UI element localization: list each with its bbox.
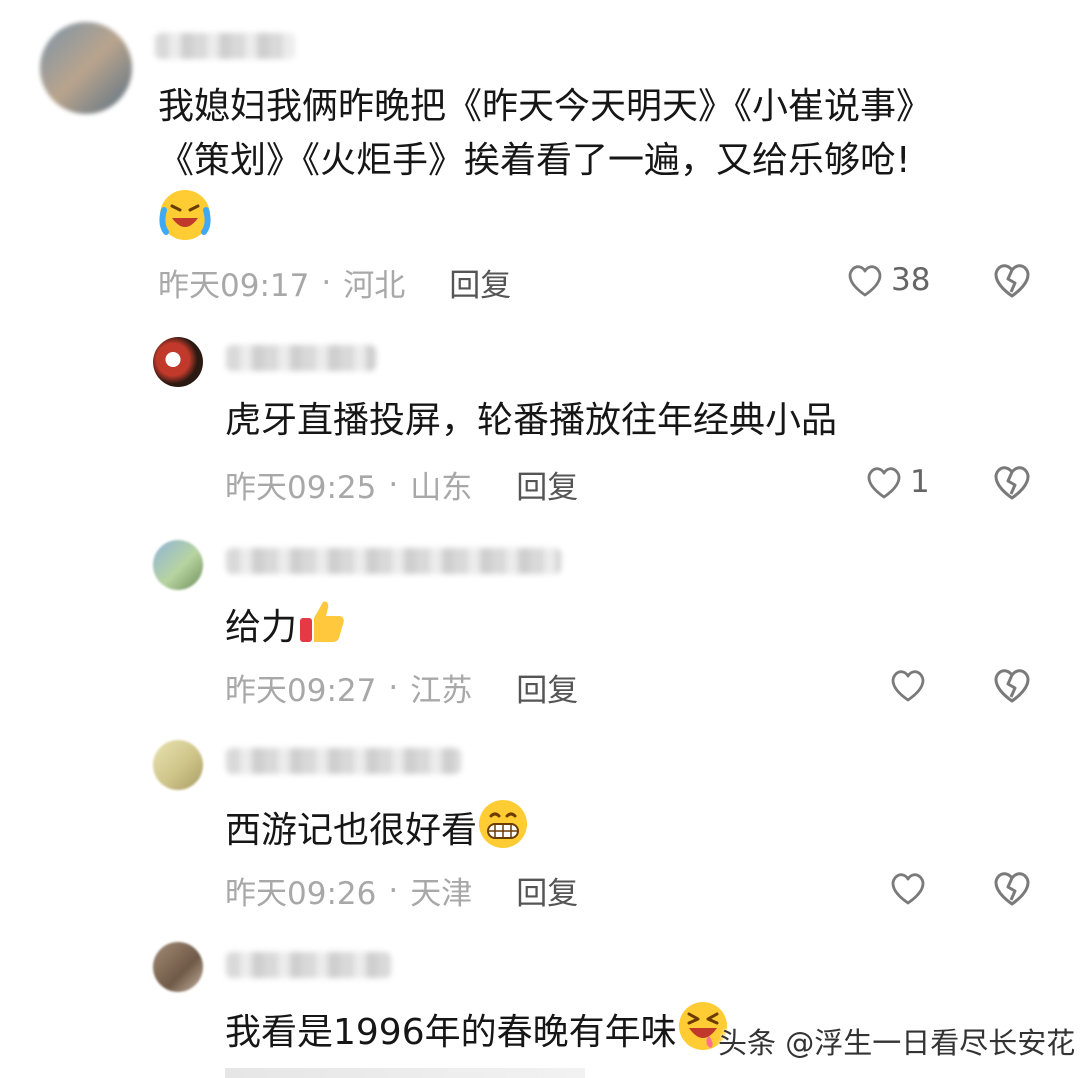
comment-location: 山东 (410, 470, 473, 506)
username-blurred[interactable] (226, 748, 461, 774)
watermark: 头条 @浮生一日看尽长安花 (718, 1026, 1076, 1060)
like-button[interactable]: 38 (845, 258, 930, 302)
reply-button[interactable]: 回复 (516, 462, 578, 507)
comment-time: 昨天09:25 (225, 470, 377, 506)
comment-text-content: 给力 (225, 607, 298, 648)
like-count: 38 (891, 262, 931, 298)
comment-location: 江苏 (410, 673, 473, 709)
comment-time: 昨天09:27 (225, 673, 377, 709)
thumbs-up-emoji (297, 596, 347, 662)
comment-meta: 昨天09:25 · 山东 回复 (225, 462, 578, 507)
avatar[interactable] (153, 942, 203, 992)
reply-button[interactable]: 回复 (449, 260, 511, 305)
comment-meta: 昨天09:27 · 江苏 回复 (225, 665, 578, 710)
like-button[interactable]: 1 (864, 460, 930, 504)
heart-icon (867, 467, 901, 499)
heart-icon (891, 670, 925, 702)
broken-heart-icon[interactable] (990, 663, 1034, 707)
comment-text: 我看是1996年的春晚有年味 (225, 1000, 729, 1068)
comment-text-content: 西游记也很好看 (225, 810, 478, 851)
comment-location: 天津 (410, 876, 473, 912)
avatar[interactable] (153, 540, 203, 590)
comment-text: 虎牙直播投屏，轮番播放往年经典小品 (225, 400, 838, 441)
tears-of-joy-emoji (158, 188, 212, 258)
broken-heart-icon[interactable] (990, 866, 1034, 910)
comment-text-line: 《策划》《火炬手》挨着看了一遍，又给乐够呛! (158, 140, 911, 181)
avatar[interactable] (153, 337, 203, 387)
avatar[interactable] (40, 22, 132, 114)
comment-time: 昨天09:26 (225, 876, 377, 912)
avatar[interactable] (153, 740, 203, 790)
comment-text: 西游记也很好看 (225, 798, 529, 866)
broken-heart-icon[interactable] (990, 258, 1034, 302)
separator-dot: · (388, 872, 399, 909)
grinning-emoji (477, 798, 529, 866)
reply-button[interactable]: 回复 (516, 868, 578, 913)
separator-dot: · (388, 669, 399, 706)
username-blurred[interactable] (226, 548, 561, 574)
like-button[interactable] (888, 663, 928, 707)
reply-button[interactable]: 回复 (516, 665, 578, 710)
comment-text-line: 我媳妇我俩昨晚把《昨天今天明天》《小崔说事》 (158, 86, 933, 127)
separator-dot: · (321, 264, 332, 301)
comment-text: 我媳妇我俩昨晚把《昨天今天明天》《小崔说事》 《策划》《火炬手》挨着看了一遍，又… (158, 80, 932, 258)
comment-time: 昨天09:17 (158, 268, 310, 304)
like-button[interactable] (888, 866, 928, 910)
comment-text: 给力 (225, 596, 347, 662)
like-count: 1 (910, 464, 930, 500)
username-blurred[interactable] (226, 345, 376, 371)
heart-icon (891, 873, 925, 905)
username-blurred[interactable] (155, 33, 295, 59)
heart-icon (848, 265, 882, 297)
comment-meta: 昨天09:17 · 河北 回复 (158, 260, 511, 305)
comment-location: 河北 (343, 268, 406, 304)
comment-meta: 昨天09:26 · 天津 回复 (225, 868, 578, 913)
separator-dot: · (388, 466, 399, 503)
broken-heart-icon[interactable] (990, 460, 1034, 504)
username-blurred[interactable] (226, 952, 391, 978)
comment-text-content: 我看是1996年的春晚有年味 (225, 1012, 677, 1053)
